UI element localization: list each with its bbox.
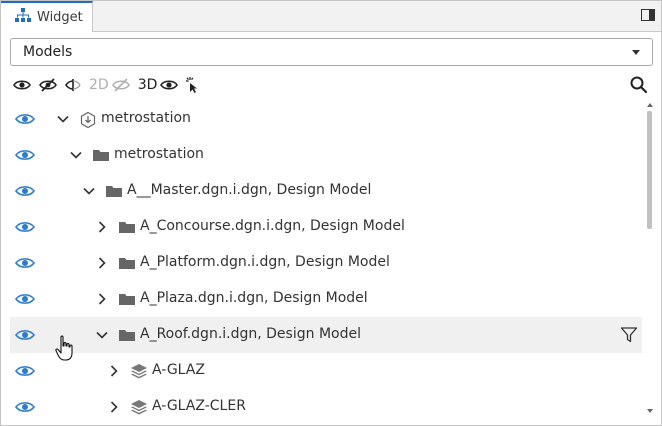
tab-bar: Widget bbox=[1, 1, 661, 32]
layers-icon bbox=[130, 399, 148, 415]
tree-item-label: A__Master.dgn.i.dgn, Design Model bbox=[127, 182, 372, 198]
chevron-down-icon bbox=[632, 50, 640, 55]
eye-icon[interactable] bbox=[15, 292, 35, 306]
hierarchy-icon bbox=[15, 8, 31, 26]
tree-row[interactable]: A_Concourse.dgn.i.dgn, Design Model bbox=[10, 209, 642, 245]
tree-row[interactable]: A-GLAZ-CLER bbox=[10, 389, 642, 425]
eye-icon[interactable] bbox=[15, 112, 35, 126]
tree-row[interactable]: A_Platform.dgn.i.dgn, Design Model bbox=[10, 245, 642, 281]
scroll-down-icon[interactable] bbox=[647, 409, 653, 413]
chevron-down-icon[interactable] bbox=[69, 148, 83, 162]
tree-item-label: A_Concourse.dgn.i.dgn, Design Model bbox=[140, 218, 405, 234]
invert-visibility-button[interactable] bbox=[65, 75, 81, 95]
folder-icon bbox=[118, 219, 136, 235]
cursor-click-icon bbox=[186, 77, 198, 93]
chevron-down-icon[interactable] bbox=[82, 184, 96, 198]
tree-item-label: A-GLAZ bbox=[152, 362, 205, 378]
model-tree: metrostation metrostation A__Master.dgn.i.… bbox=[10, 101, 642, 425]
eye-icon[interactable] bbox=[15, 148, 35, 162]
toggle-3d-label: 3D bbox=[137, 77, 158, 93]
select-elements-button[interactable] bbox=[186, 75, 200, 95]
folder-icon bbox=[118, 255, 136, 271]
widget-panel: Widget Models 2D 3D metrostation metrost… bbox=[0, 0, 662, 426]
tree-row[interactable]: A_Roof.dgn.i.dgn, Design Model bbox=[10, 317, 642, 353]
eye-icon[interactable] bbox=[15, 400, 35, 414]
tab-widget[interactable]: Widget bbox=[1, 1, 93, 31]
eye-icon bbox=[13, 80, 31, 90]
eye-icon[interactable] bbox=[15, 220, 35, 234]
show-all-button[interactable] bbox=[13, 75, 31, 95]
tree-item-label: metrostation bbox=[101, 110, 191, 126]
chevron-down-icon[interactable] bbox=[95, 328, 109, 342]
tree-item-label: A-GLAZ-CLER bbox=[152, 398, 246, 414]
layers-icon bbox=[130, 363, 148, 379]
chevron-right-icon[interactable] bbox=[95, 256, 109, 270]
tree-item-label: A_Roof.dgn.i.dgn, Design Model bbox=[140, 326, 361, 342]
chevron-right-icon[interactable] bbox=[107, 400, 121, 414]
search-icon[interactable] bbox=[629, 75, 649, 95]
eye-icon[interactable] bbox=[15, 328, 35, 342]
model-select[interactable]: Models bbox=[10, 38, 653, 66]
tree-row[interactable]: metrostation bbox=[10, 137, 642, 173]
maximize-icon[interactable] bbox=[641, 9, 655, 21]
tree-row[interactable]: A_Plaza.dgn.i.dgn, Design Model bbox=[10, 281, 642, 317]
tree-item-label: A_Plaza.dgn.i.dgn, Design Model bbox=[140, 290, 368, 306]
eye-half-icon bbox=[65, 79, 81, 91]
tree-item-label: A_Platform.dgn.i.dgn, Design Model bbox=[140, 254, 390, 270]
model-select-value: Models bbox=[23, 44, 73, 60]
eye-icon[interactable] bbox=[15, 184, 35, 198]
folder-icon bbox=[118, 291, 136, 307]
toolbar: 2D 3D bbox=[13, 75, 200, 95]
hide-all-button[interactable] bbox=[39, 75, 57, 95]
folder-icon bbox=[105, 183, 123, 199]
chevron-right-icon[interactable] bbox=[95, 292, 109, 306]
scroll-thumb[interactable] bbox=[647, 111, 652, 229]
tree-item-label: metrostation bbox=[114, 146, 204, 162]
toggle-2d-label: 2D bbox=[89, 77, 109, 93]
tree-row[interactable]: A__Master.dgn.i.dgn, Design Model bbox=[10, 173, 642, 209]
toggle-3d-button[interactable]: 3D bbox=[138, 75, 179, 95]
chevron-down-icon[interactable] bbox=[56, 112, 70, 126]
filter-icon[interactable] bbox=[620, 326, 638, 344]
eye-icon bbox=[160, 80, 179, 90]
tab-label: Widget bbox=[37, 9, 83, 25]
eye-icon[interactable] bbox=[15, 364, 35, 378]
tab-underline-cover bbox=[1, 31, 92, 32]
eye-slash-icon bbox=[111, 78, 130, 92]
toggle-2d-button[interactable]: 2D bbox=[89, 75, 130, 95]
folder-icon bbox=[118, 327, 136, 343]
tree-row[interactable]: A-GLAZ bbox=[10, 353, 642, 389]
eye-icon[interactable] bbox=[15, 256, 35, 270]
subject-icon bbox=[79, 111, 97, 129]
chevron-right-icon[interactable] bbox=[95, 220, 109, 234]
folder-icon bbox=[92, 147, 110, 163]
eye-slash-icon bbox=[39, 78, 57, 92]
chevron-right-icon[interactable] bbox=[107, 364, 121, 378]
hand-pointer-icon bbox=[55, 335, 73, 361]
tree-row[interactable]: metrostation bbox=[10, 101, 642, 137]
scroll-up-icon[interactable] bbox=[647, 103, 653, 107]
vertical-scrollbar[interactable] bbox=[644, 101, 656, 423]
